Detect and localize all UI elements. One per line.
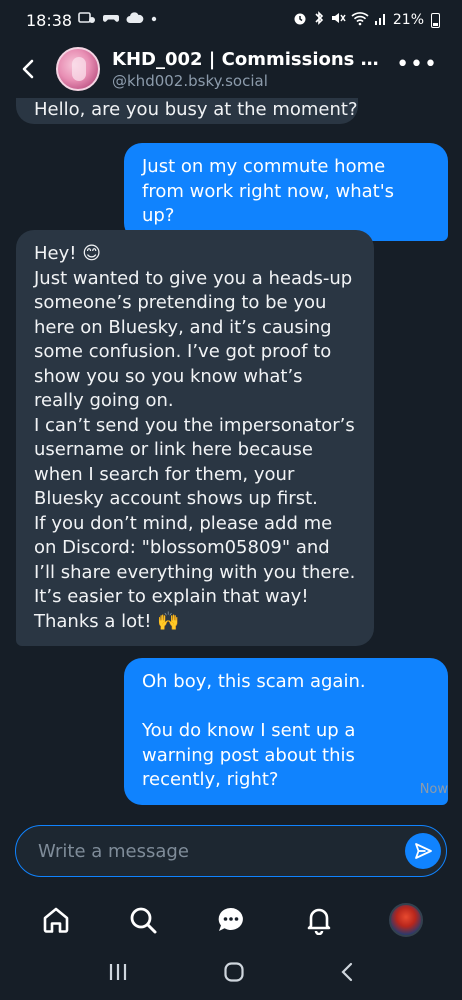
battery-icon xyxy=(431,12,440,28)
contact-name: KHD_002 | Commissions op... xyxy=(112,48,384,70)
message-timestamp: Now xyxy=(419,782,448,797)
game-icon xyxy=(102,11,120,29)
recents-icon xyxy=(109,964,127,980)
message-bubble-outgoing[interactable]: Just on my commute home from work right … xyxy=(124,143,448,241)
message-bubble-incoming[interactable]: Hey! 😊 Just wanted to give you a heads-u… xyxy=(16,230,374,646)
contact-handle: @khd002.bsky.social xyxy=(112,71,268,90)
nav-profile[interactable] xyxy=(378,892,434,948)
nav-notifications[interactable] xyxy=(291,892,347,948)
alarm-icon xyxy=(292,10,308,30)
wifi-icon xyxy=(351,10,369,30)
bell-icon xyxy=(307,908,330,935)
back-button[interactable] xyxy=(0,41,56,97)
nav-chat[interactable] xyxy=(203,892,259,948)
contact-avatar[interactable] xyxy=(56,47,100,91)
home-circle-icon xyxy=(224,962,244,982)
nav-home[interactable] xyxy=(28,892,84,948)
mute-icon xyxy=(330,10,346,30)
message-list[interactable]: Hello, are you busy at the moment? Just … xyxy=(0,98,462,806)
nav-search[interactable] xyxy=(115,892,171,948)
bottom-navigation xyxy=(0,892,462,948)
message-input[interactable] xyxy=(38,840,378,862)
message-text: Hello, are you busy at the moment? xyxy=(34,98,358,120)
profile-avatar xyxy=(389,903,424,937)
more-options-button[interactable]: ••• xyxy=(396,54,438,76)
notification-icon xyxy=(78,11,96,29)
cloud-icon xyxy=(126,11,144,29)
chevron-left-icon xyxy=(22,59,34,79)
status-bar: 18:38 21% xyxy=(0,0,462,40)
signal-icon xyxy=(374,10,388,30)
bluetooth-icon xyxy=(313,10,325,30)
chat-icon xyxy=(218,907,243,931)
send-icon xyxy=(415,843,432,859)
system-back-button[interactable] xyxy=(339,961,355,987)
system-navigation xyxy=(0,948,462,1000)
status-time: 18:38 xyxy=(26,10,73,30)
system-home-button[interactable] xyxy=(223,961,245,987)
contact-info[interactable]: KHD_002 | Commissions op... @khd002.bsky… xyxy=(112,49,384,90)
message-composer xyxy=(15,825,447,877)
message-bubble-outgoing[interactable]: Oh boy, this scam again. You do know I s… xyxy=(124,658,448,805)
dot-icon xyxy=(150,11,158,29)
back-icon xyxy=(341,962,353,982)
send-button[interactable] xyxy=(405,833,441,869)
recents-button[interactable] xyxy=(107,962,129,986)
search-icon xyxy=(130,907,157,934)
battery-percent: 21% xyxy=(392,12,424,28)
home-icon xyxy=(43,907,69,933)
message-bubble-incoming[interactable]: Hello, are you busy at the moment? xyxy=(16,98,358,124)
conversation-header: KHD_002 | Commissions op... @khd002.bsky… xyxy=(0,40,462,98)
